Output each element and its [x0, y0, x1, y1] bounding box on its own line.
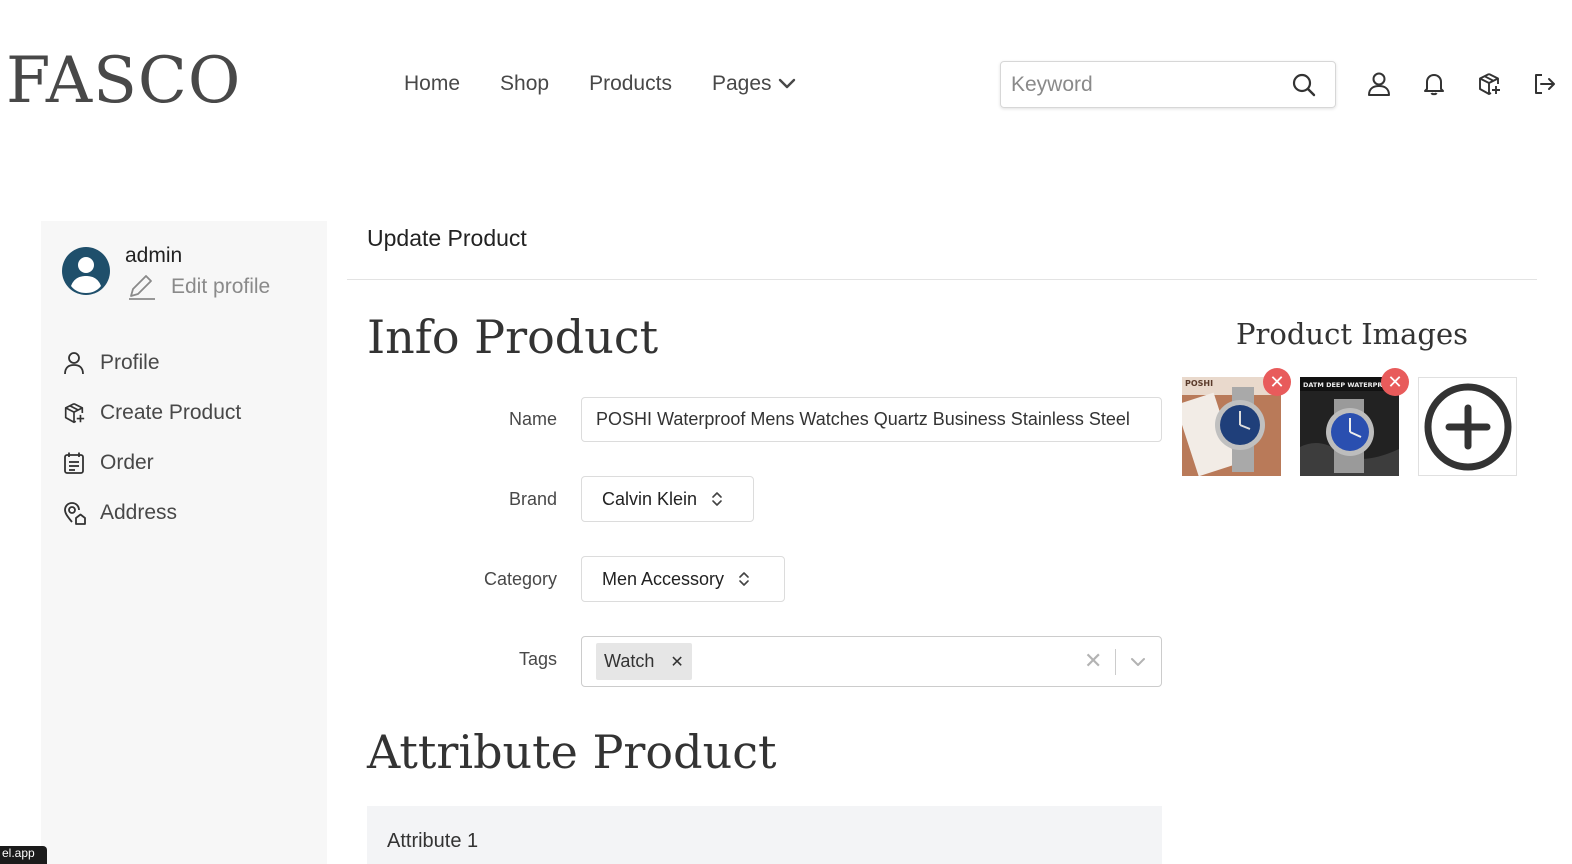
divider [347, 279, 1537, 280]
info-product-heading: Info Product [367, 310, 659, 364]
product-images-heading: Product Images [1236, 317, 1469, 351]
sidebar-item-address[interactable]: Address [62, 501, 177, 525]
tag-remove-icon[interactable]: ✕ [670, 652, 683, 672]
chevron-updown-icon [712, 492, 722, 506]
sidebar-item-label: Address [100, 501, 178, 524]
tags-label: Tags [518, 649, 557, 669]
edit-profile-link[interactable]: Edit profile [127, 273, 270, 301]
chevron-updown-icon [739, 572, 749, 586]
tag-chip: Watch ✕ [596, 643, 692, 680]
image-caption: POSHI [1185, 379, 1213, 388]
name-label: Name [508, 409, 557, 429]
attribute-panel: Attribute 1 [367, 806, 1162, 864]
edit-profile-label: Edit profile [171, 275, 271, 298]
remove-image-button[interactable]: ✕ [1263, 368, 1291, 396]
brand-select[interactable]: Calvin Klein [581, 476, 754, 522]
avatar[interactable] [62, 247, 110, 295]
logo[interactable]: FASCO [6, 44, 241, 118]
category-value: Men Accessory [602, 568, 725, 589]
chevron-down-icon [778, 78, 795, 89]
logout-icon[interactable] [1531, 71, 1557, 97]
package-add-icon[interactable] [1476, 71, 1502, 97]
user-icon[interactable] [1366, 71, 1392, 97]
sidebar-item-order[interactable]: Order [62, 451, 154, 475]
page-title: Update Product [367, 225, 527, 251]
attribute-label: Attribute 1 [387, 830, 479, 852]
user-icon [64, 352, 84, 375]
tags-separator [1115, 649, 1116, 675]
search-icon[interactable] [1291, 72, 1317, 98]
attribute-product-heading: Attribute Product [367, 725, 777, 779]
clear-icon[interactable]: ✕ [1084, 650, 1102, 672]
search-box [1000, 61, 1336, 108]
corner-badge: el.app [0, 846, 47, 864]
package-add-icon [64, 403, 85, 424]
search-input[interactable] [1001, 72, 1281, 97]
category-label: Category [483, 569, 557, 589]
name-field[interactable] [581, 397, 1162, 442]
sidebar: admin Edit profile Profile Create Produc… [41, 221, 327, 864]
brand-label: Brand [508, 489, 557, 509]
nav-products[interactable]: Products [589, 72, 672, 96]
plus-circle-icon [1424, 383, 1511, 470]
sidebar-item-label: Create Product [100, 401, 242, 424]
remove-image-button[interactable]: ✕ [1381, 368, 1409, 396]
tag-label: Watch [604, 651, 655, 671]
nav-home[interactable]: Home [404, 72, 460, 96]
main-nav: Home Shop Products Pages [404, 72, 796, 96]
tags-multiselect[interactable]: Watch ✕ ✕ [581, 636, 1162, 687]
sidebar-item-create-product[interactable]: Create Product [62, 401, 241, 425]
chevron-down-icon[interactable] [1129, 653, 1147, 671]
brand-value: Calvin Klein [602, 488, 698, 509]
username: admin [125, 244, 183, 267]
category-select[interactable]: Men Accessory [581, 556, 785, 602]
add-image-button[interactable] [1418, 377, 1517, 476]
bell-icon[interactable] [1421, 71, 1447, 97]
sidebar-item-label: Profile [100, 351, 160, 374]
location-home-icon [64, 502, 86, 525]
nav-pages-label: Pages [711, 72, 772, 95]
pencil-icon [129, 275, 155, 300]
nav-pages[interactable]: Pages [712, 72, 796, 96]
sidebar-item-profile[interactable]: Profile [62, 351, 160, 375]
sidebar-item-label: Order [100, 451, 154, 474]
nav-shop[interactable]: Shop [500, 72, 549, 96]
calendar-list-icon [64, 452, 84, 474]
